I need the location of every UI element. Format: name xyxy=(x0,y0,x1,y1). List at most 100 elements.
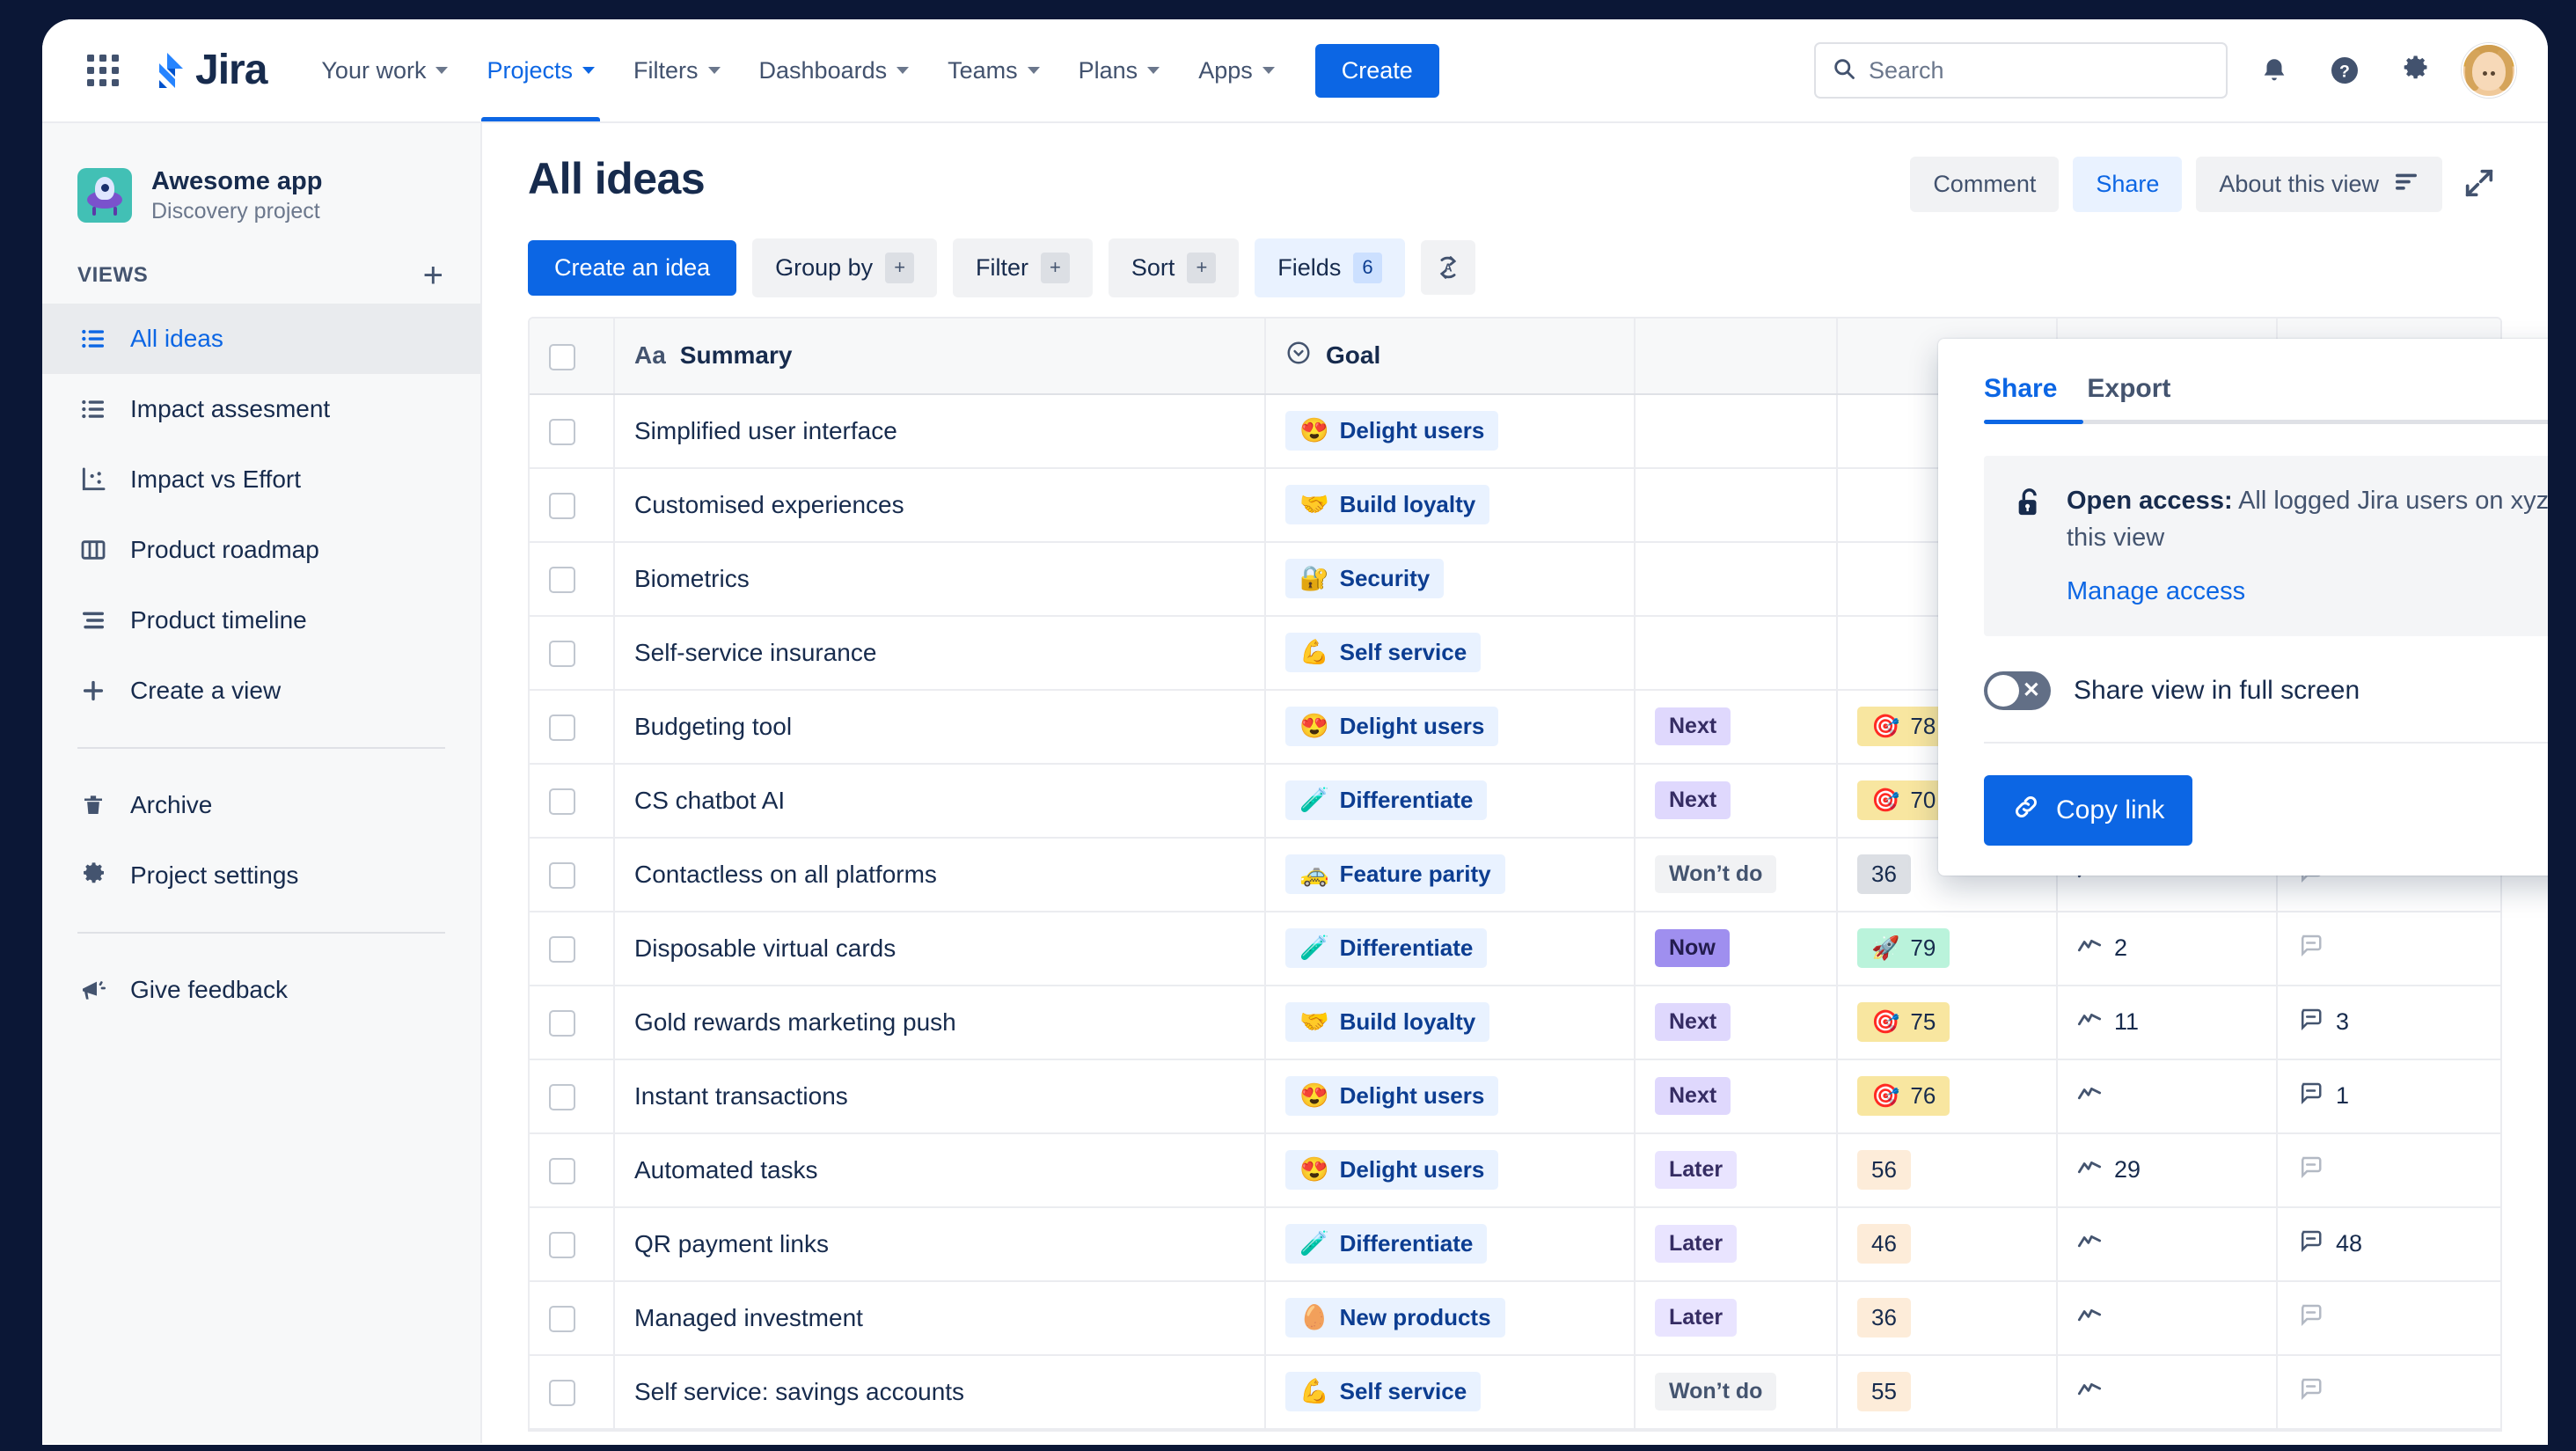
cell-goal[interactable]: 😍 Delight users xyxy=(1265,393,1636,469)
cell-comments[interactable] xyxy=(2277,1280,2500,1356)
cell-insights[interactable] xyxy=(2057,1059,2278,1134)
cell-summary[interactable]: Budgeting tool xyxy=(614,689,1266,765)
cell-goal[interactable]: 🤝 Build loyalty xyxy=(1265,467,1636,543)
cell-status[interactable]: Next xyxy=(1635,689,1838,765)
row-checkbox[interactable] xyxy=(549,1158,575,1185)
table-row[interactable]: QR payment links 🧪 Differentiate Later 46… xyxy=(530,1206,2500,1282)
cell-status[interactable]: Next xyxy=(1635,1059,1838,1134)
row-checkbox-cell[interactable] xyxy=(530,467,615,543)
select-all-checkbox[interactable] xyxy=(549,343,575,370)
sidebar-item-impact-assesment[interactable]: Impact assesment xyxy=(42,374,480,444)
cell-summary[interactable]: Disposable virtual cards xyxy=(614,911,1266,986)
row-checkbox[interactable] xyxy=(549,936,575,964)
nav-filters[interactable]: Filters xyxy=(614,19,740,121)
table-row[interactable]: Gold rewards marketing push 🤝 Build loyal… xyxy=(530,985,2500,1060)
group-by-button[interactable]: Group by + xyxy=(752,238,938,297)
table-row[interactable]: Disposable virtual cards 🧪 Differentiate … xyxy=(530,911,2500,986)
cell-summary[interactable]: Managed investment xyxy=(614,1280,1266,1356)
auto-sort-icon[interactable]: A xyxy=(1420,240,1475,296)
cell-summary[interactable]: Simplified user interface xyxy=(614,393,1266,469)
row-checkbox-cell[interactable] xyxy=(530,1354,615,1430)
row-checkbox-cell[interactable] xyxy=(530,1059,615,1134)
cell-summary[interactable]: QR payment links xyxy=(614,1206,1266,1282)
table-row[interactable]: Self service: savings accounts 💪 Self ser… xyxy=(530,1354,2500,1430)
cell-goal[interactable]: 😍 Delight users xyxy=(1265,1132,1636,1208)
cell-score[interactable]: 56 xyxy=(1837,1132,2058,1208)
cell-status[interactable]: Next xyxy=(1635,985,1838,1060)
table-row[interactable]: Managed investment 🥚 New products Later 3… xyxy=(530,1280,2500,1356)
cell-summary[interactable]: Customised experiences xyxy=(614,467,1266,543)
fields-button[interactable]: Fields 6 xyxy=(1255,238,1405,297)
column-header-goal[interactable]: Goal xyxy=(1265,318,1636,395)
avatar[interactable] xyxy=(2462,43,2516,98)
row-checkbox-cell[interactable] xyxy=(530,837,615,912)
row-checkbox[interactable] xyxy=(549,493,575,520)
help-icon[interactable]: ? xyxy=(2321,47,2368,94)
cell-summary[interactable]: Gold rewards marketing push xyxy=(614,985,1266,1060)
row-checkbox[interactable] xyxy=(549,641,575,668)
table-row[interactable]: Automated tasks 😍 Delight users Later 56 … xyxy=(530,1132,2500,1208)
cell-insights[interactable]: 11 xyxy=(2057,985,2278,1060)
cell-goal[interactable]: 🥚 New products xyxy=(1265,1280,1636,1356)
project-header[interactable]: Awesome app Discovery project xyxy=(42,150,480,253)
cell-insights[interactable] xyxy=(2057,1354,2278,1430)
row-checkbox[interactable] xyxy=(549,419,575,446)
notifications-icon[interactable] xyxy=(2250,47,2298,94)
create-an-idea-button[interactable]: Create an idea xyxy=(528,239,737,296)
cell-status[interactable] xyxy=(1635,541,1838,617)
manage-access-link[interactable]: Manage access xyxy=(2067,577,2548,606)
cell-goal[interactable]: 💪 Self service xyxy=(1265,1354,1636,1430)
cell-comments[interactable]: 48 xyxy=(2277,1206,2500,1282)
row-checkbox-cell[interactable] xyxy=(530,541,615,617)
sidebar-item-impact-vs-effort[interactable]: Impact vs Effort xyxy=(42,444,480,515)
cell-comments[interactable]: 3 xyxy=(2277,985,2500,1060)
cell-goal[interactable]: 🧪 Differentiate xyxy=(1265,1206,1636,1282)
sidebar-item-product-timeline[interactable]: Product timeline xyxy=(42,585,480,656)
tab-share[interactable]: Share xyxy=(1984,374,2057,420)
cell-score[interactable]: 🎯 76 xyxy=(1837,1059,2058,1134)
cell-status[interactable] xyxy=(1635,393,1838,469)
cell-summary[interactable]: Self service: savings accounts xyxy=(614,1354,1266,1430)
cell-comments[interactable] xyxy=(2277,1132,2500,1208)
jira-logo[interactable]: Jira xyxy=(148,49,267,92)
create-button[interactable]: Create xyxy=(1314,43,1439,98)
row-checkbox[interactable] xyxy=(549,1380,575,1407)
cell-summary[interactable]: Instant transactions xyxy=(614,1059,1266,1134)
nav-your-work[interactable]: Your work xyxy=(302,19,467,121)
sidebar-item-archive[interactable]: Archive xyxy=(42,770,480,840)
cell-status[interactable]: Won’t do xyxy=(1635,1354,1838,1430)
column-header-status[interactable] xyxy=(1635,318,1838,395)
cell-goal[interactable]: 😍 Delight users xyxy=(1265,1059,1636,1134)
cell-status[interactable]: Now xyxy=(1635,911,1838,986)
cell-summary[interactable]: Contactless on all platforms xyxy=(614,837,1266,912)
cell-status[interactable]: Next xyxy=(1635,763,1838,839)
row-checkbox-cell[interactable] xyxy=(530,393,615,469)
expand-fullscreen-icon[interactable] xyxy=(2456,157,2502,212)
cell-insights[interactable] xyxy=(2057,1280,2278,1356)
cell-comments[interactable]: 1 xyxy=(2277,1059,2500,1134)
cell-score[interactable]: 🚀 79 xyxy=(1837,911,2058,986)
sidebar-item-create-a-view[interactable]: Create a view xyxy=(42,656,480,726)
cell-goal[interactable]: 🧪 Differentiate xyxy=(1265,911,1636,986)
sidebar-item-project-settings[interactable]: Project settings xyxy=(42,840,480,911)
cell-goal[interactable]: 🧪 Differentiate xyxy=(1265,763,1636,839)
nav-apps[interactable]: Apps xyxy=(1179,19,1294,121)
sort-button[interactable]: Sort + xyxy=(1108,238,1240,297)
row-checkbox-cell[interactable] xyxy=(530,985,615,1060)
cell-comments[interactable] xyxy=(2277,911,2500,986)
cell-insights[interactable]: 29 xyxy=(2057,1132,2278,1208)
sidebar-item-all-ideas[interactable]: All ideas xyxy=(42,303,480,374)
share-fullscreen-toggle[interactable]: ✕ xyxy=(1984,671,2051,711)
cell-status[interactable]: Later xyxy=(1635,1280,1838,1356)
row-checkbox-cell[interactable] xyxy=(530,1280,615,1356)
nav-dashboards[interactable]: Dashboards xyxy=(740,19,929,121)
row-checkbox[interactable] xyxy=(549,567,575,594)
cell-status[interactable]: Later xyxy=(1635,1132,1838,1208)
cell-insights[interactable] xyxy=(2057,1206,2278,1282)
cell-score[interactable]: 🎯 75 xyxy=(1837,985,2058,1060)
row-checkbox[interactable] xyxy=(549,715,575,742)
cell-status[interactable]: Won’t do xyxy=(1635,837,1838,912)
table-row[interactable]: Instant transactions 😍 Delight users Next… xyxy=(530,1059,2500,1134)
row-checkbox[interactable] xyxy=(549,1010,575,1037)
share-button[interactable]: Share xyxy=(2073,157,2183,212)
